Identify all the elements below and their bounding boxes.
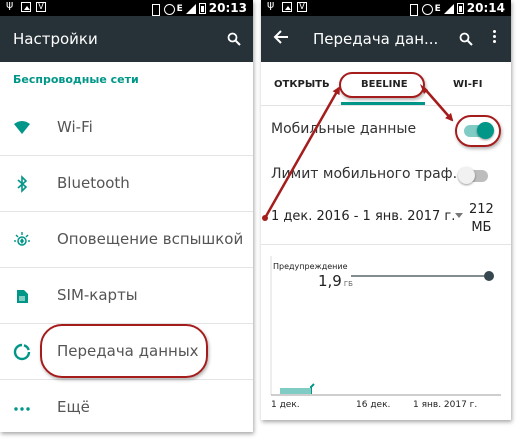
app-notification-icon: V <box>297 2 307 12</box>
clock: 20:14 <box>466 1 505 15</box>
annotation-highlight-data-usage <box>40 324 208 378</box>
battery-icon <box>456 3 464 14</box>
wifi-icon <box>13 119 31 137</box>
tab-wifi[interactable]: WI-FI <box>453 79 482 90</box>
clock: 20:13 <box>208 1 247 15</box>
tab-open[interactable]: ОТКРЫТЬ <box>274 79 330 90</box>
chart-tick-start: 1 дек. <box>271 400 300 410</box>
usb-icon <box>6 0 16 11</box>
data-usage-icon <box>13 343 31 361</box>
warning-value: 1,9 ГБ <box>318 272 353 290</box>
usage-total: 212 МБ <box>469 201 494 237</box>
settings-item-label: Wi-Fi <box>57 118 93 136</box>
settings-item-label: Оповещение вспышкой <box>57 230 244 248</box>
usage-value: 212 <box>469 202 494 217</box>
usage-chart-canvas <box>270 256 501 396</box>
network-type: E <box>434 3 441 14</box>
chart-tick-mid: 16 дек. <box>356 400 391 410</box>
section-header: Беспроводные сети <box>13 73 139 86</box>
data-usage-screen: V E 20:14 Передача дан... ОТКРЫТЬ BEELIN… <box>261 0 511 420</box>
settings-item-flash[interactable]: Оповещение вспышкой <box>0 212 253 268</box>
usb-icon <box>267 0 277 11</box>
signal-icon <box>443 3 454 14</box>
overflow-menu-icon[interactable] <box>493 30 497 46</box>
settings-list: Wi-Fi Bluetooth Оповещение вспышкой SIM-… <box>0 100 253 432</box>
usage-unit: МБ <box>471 220 492 235</box>
signal-icon <box>185 3 196 14</box>
page-title: Передача дан... <box>313 30 439 48</box>
image-icon <box>282 2 292 12</box>
search-icon[interactable] <box>227 31 241 50</box>
annotation-highlight-tab <box>339 72 425 98</box>
settings-item-bluetooth[interactable]: Bluetooth <box>0 156 253 212</box>
search-icon[interactable] <box>459 31 473 50</box>
sim-card-icon <box>13 287 31 305</box>
chart-tick-end: 1 янв. 2017 г. <box>413 400 478 410</box>
status-bar: V E 20:13 <box>0 0 253 16</box>
app-toolbar: Передача дан... <box>261 16 511 62</box>
active-tab-indicator <box>341 102 425 105</box>
usage-area <box>280 388 311 394</box>
settings-item-more[interactable]: Ещё <box>0 380 253 432</box>
mobile-data-label: Мобильные данные <box>271 121 417 137</box>
vibrate-icon <box>149 3 161 16</box>
warning-label: Предупреждение <box>273 262 348 271</box>
network-type: E <box>176 3 183 14</box>
more-icon <box>13 399 31 417</box>
flash-icon <box>13 231 31 249</box>
settings-item-wifi[interactable]: Wi-Fi <box>0 100 253 156</box>
alarm-icon <box>421 3 433 15</box>
date-range-selector[interactable]: 1 дек. 2016 - 1 янв. 2017 г. <box>271 209 455 224</box>
warning-handle[interactable] <box>484 271 494 281</box>
annotation-highlight-toggle <box>455 115 501 147</box>
settings-item-label: Bluetooth <box>57 174 130 192</box>
mobile-limit-toggle[interactable] <box>458 167 475 184</box>
settings-item-sim[interactable]: SIM-карты <box>0 268 253 324</box>
app-toolbar: Настройки <box>0 16 253 62</box>
vibrate-icon <box>407 3 419 16</box>
page-title: Настройки <box>13 30 98 48</box>
status-bar: V E 20:14 <box>261 0 511 16</box>
divider <box>261 244 511 245</box>
image-icon <box>21 2 31 12</box>
mobile-limit-label: Лимит мобильного траф.. <box>271 166 462 182</box>
back-arrow-icon[interactable] <box>273 29 289 49</box>
settings-item-label: SIM-карты <box>57 286 138 304</box>
battery-icon <box>198 3 206 14</box>
alarm-icon <box>163 3 175 15</box>
dropdown-arrow-icon[interactable] <box>455 213 463 218</box>
app-notification-icon: V <box>36 2 46 12</box>
settings-screen: V E 20:13 Настройки Беспроводные сети Wi… <box>0 0 253 432</box>
bluetooth-icon <box>13 175 31 193</box>
usage-chart: Предупреждение 1,9 ГБ 1 дек. 16 дек. 1 ян… <box>261 250 511 420</box>
settings-item-label: Ещё <box>57 398 90 416</box>
